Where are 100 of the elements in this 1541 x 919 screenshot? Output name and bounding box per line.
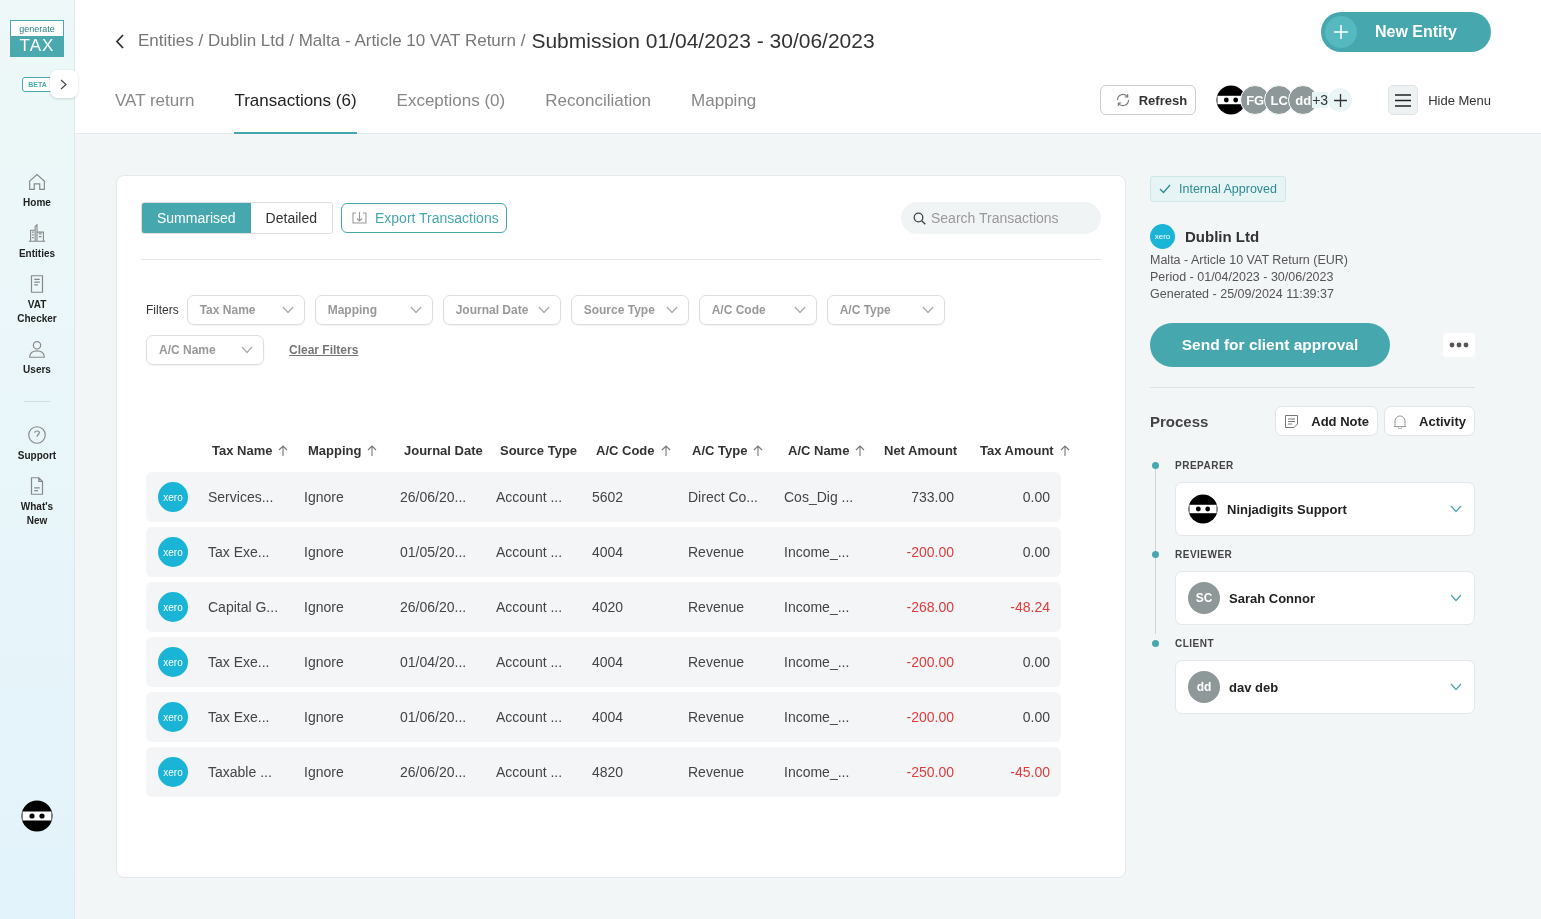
expand-button[interactable]: [49, 70, 78, 98]
tab[interactable]: Mapping: [691, 82, 757, 134]
download-icon: [351, 210, 367, 226]
entity-info: Malta - Article 10 VAT Return (EUR): [1150, 253, 1349, 267]
table-cell-text: Income_...: [784, 764, 851, 780]
chevron-down-icon: [665, 306, 678, 314]
table-cell-text: 01/06/20...: [400, 709, 468, 725]
plus-icon: [1334, 25, 1348, 39]
activity-button[interactable]: Activity: [1384, 406, 1475, 436]
table-cell-text: Tax Exe...: [208, 544, 271, 560]
table-row[interactable]: xero Tax Exe... Ignore 01/06/20... Account ... 4004 Revenue Income_... -200.00 0.00: [146, 692, 1061, 742]
table-cell-text: Revenue: [688, 764, 746, 780]
table-cell-text: 5602: [592, 489, 625, 505]
table-cell-text: 4004: [592, 654, 625, 670]
table-cell-text: 26/06/20...: [400, 599, 468, 615]
sort-icon[interactable]: [278, 444, 289, 456]
chevron-down-icon: [793, 306, 806, 314]
table-cell-text: 4004: [592, 544, 625, 560]
column-header[interactable]: A/C Name: [788, 442, 850, 458]
table-row[interactable]: xero Capital G... Ignore 26/06/20... Account ... 4020 Revenue Income_... -268.00 -48.24: [146, 582, 1061, 632]
source-logo: xero: [1150, 224, 1175, 249]
filters-label: Filters: [146, 303, 179, 317]
sidebar-item[interactable]: Users: [2, 338, 72, 377]
table-row[interactable]: xero Services... Ignore 26/06/20... Account ... 5602 Direct Co... Cos_Dig ... 733.00 0.00: [146, 472, 1061, 522]
more-button[interactable]: [1443, 333, 1475, 357]
refresh-button[interactable]: Refresh: [1099, 85, 1197, 115]
chevron-down-icon: [1450, 505, 1462, 513]
step-label: REVIEWER: [1175, 548, 1233, 560]
chevron-down-icon: [1450, 683, 1462, 691]
table-cell-text: -200.00: [905, 709, 955, 725]
note-icon: [1284, 413, 1300, 429]
hide-menu-link[interactable]: Hide Menu: [1428, 92, 1491, 108]
column-header[interactable]: A/C Type: [692, 442, 748, 458]
step-label: CLIENT: [1175, 637, 1215, 649]
tab[interactable]: Reconciliation: [545, 82, 652, 134]
table-cell-text: Income_...: [784, 599, 851, 615]
sidebar-item[interactable]: Home: [2, 171, 72, 210]
table-row[interactable]: xero Tax Exe... Ignore 01/04/20... Account ... 4004 Revenue Income_... -200.00 0.00: [146, 637, 1061, 687]
chevron-down-icon: [921, 306, 934, 314]
sidebar-item[interactable]: Support: [2, 424, 72, 463]
search-field[interactable]: Search Transactions: [901, 202, 1101, 234]
table-cell-text: Ignore: [304, 654, 345, 670]
status-badge: Internal Approved: [1150, 176, 1286, 202]
column-header[interactable]: Journal Date: [404, 442, 483, 458]
menu-icon: [1395, 93, 1412, 107]
table-cell-text: Revenue: [688, 544, 746, 560]
chevron-down-icon: [241, 346, 253, 354]
clear-filters-link[interactable]: Clear Filters: [289, 343, 359, 357]
bell-icon: [1393, 413, 1408, 429]
table-cell-text: Ignore: [304, 544, 345, 560]
table-cell-text: 0.00: [1021, 654, 1051, 670]
table-cell-text: Revenue: [688, 654, 746, 670]
sort-icon[interactable]: [1059, 444, 1070, 456]
tab[interactable]: VAT return: [115, 82, 195, 134]
column-header[interactable]: Mapping: [308, 442, 362, 458]
breadcrumb-trail[interactable]: Entities / Dublin Ltd / Malta - Article 10 VAT Return /: [138, 31, 526, 51]
table-cell-text: Revenue: [688, 599, 746, 615]
table-cell-text: -200.00: [905, 544, 955, 560]
table-row[interactable]: xero Taxable ... Ignore 26/06/20... Account ... 4820 Revenue Income_... -250.00 -45.00: [146, 747, 1061, 797]
sidebar-item[interactable]: What's New: [2, 475, 72, 528]
add-user-button[interactable]: [1328, 88, 1353, 112]
entity-info: Generated - 25/09/2024 11:39:37: [1150, 287, 1335, 301]
building-icon: [26, 222, 48, 244]
table-cell-text: -250.00: [905, 764, 955, 780]
entity-name: Dublin Ltd: [1185, 228, 1260, 245]
help-icon: [26, 424, 48, 446]
table-cell-text: 26/06/20...: [400, 489, 468, 505]
table-row[interactable]: xero Tax Exe... Ignore 01/05/20... Account ... 4004 Revenue Income_... -200.00 0.00: [146, 527, 1061, 577]
back-icon[interactable]: [115, 33, 124, 49]
sort-icon[interactable]: [367, 444, 378, 456]
table-cell-text: 0.00: [1021, 544, 1051, 560]
user-avatar: dd: [1188, 671, 1220, 703]
more-users-badge[interactable]: +3: [1312, 92, 1329, 108]
table-cell-text: Income_...: [784, 709, 851, 725]
column-header[interactable]: Tax Amount: [980, 442, 1054, 458]
tab[interactable]: Transactions (6): [234, 82, 357, 134]
column-header[interactable]: A/C Code: [596, 442, 655, 458]
table-cell-text: Capital G...: [208, 599, 280, 615]
table-cell-text: -268.00: [905, 599, 955, 615]
table-cell-text: Revenue: [688, 709, 746, 725]
sort-icon[interactable]: [855, 444, 866, 456]
assignee-dropdown[interactable]: dd dav deb: [1175, 660, 1475, 714]
sort-icon[interactable]: [753, 444, 764, 456]
table-cell-text: Services...: [208, 489, 275, 505]
table-cell-text: Cos_Dig ...: [784, 489, 855, 505]
column-header[interactable]: Tax Name: [212, 442, 273, 458]
assignee-dropdown[interactable]: SC Sarah Connor: [1175, 571, 1475, 625]
timeline-dot: [1152, 639, 1159, 647]
menu-button[interactable]: [1388, 85, 1419, 115]
assignee-dropdown[interactable]: Ninjadigits Support: [1175, 482, 1475, 536]
sidebar-item[interactable]: Entities: [2, 222, 72, 261]
table-cell-text: 4004: [592, 709, 625, 725]
app-logo[interactable]: generate TAX: [10, 20, 64, 57]
column-header[interactable]: Source Type: [500, 442, 578, 458]
chevron-right-icon: [60, 78, 68, 90]
sidebar-item[interactable]: VAT Checker: [2, 273, 72, 326]
add-note-button[interactable]: Add Note: [1275, 406, 1379, 436]
sort-icon[interactable]: [660, 444, 671, 456]
column-header[interactable]: Net Amount: [884, 442, 958, 458]
tab[interactable]: Exceptions (0): [396, 82, 506, 134]
